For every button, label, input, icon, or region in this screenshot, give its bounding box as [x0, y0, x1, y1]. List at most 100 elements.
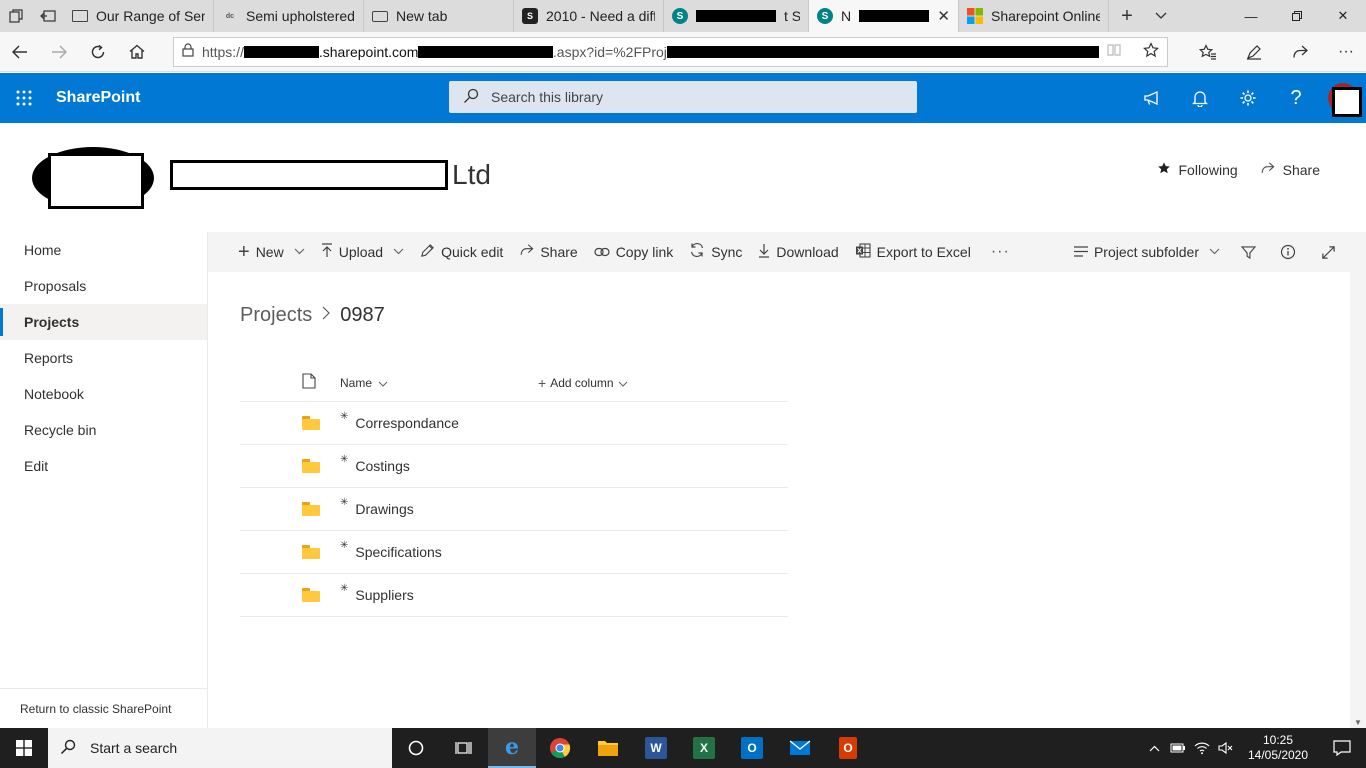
folder-name-link[interactable]: Costings	[355, 458, 409, 474]
volume-muted-icon[interactable]	[1214, 728, 1238, 768]
office-icon[interactable]: O	[824, 728, 872, 768]
tab-actions-icon[interactable]	[0, 0, 32, 32]
forward-arrow-icon[interactable]	[39, 32, 78, 72]
search-library-input[interactable]: Search this library	[449, 81, 917, 113]
list-item[interactable]: ✳ Suppliers	[240, 574, 788, 617]
help-icon[interactable]: ?	[1272, 73, 1320, 123]
site-title[interactable]: Ltd	[452, 159, 491, 191]
name-column-header[interactable]: Name	[340, 376, 538, 390]
scroll-down-arrow-icon[interactable]: ▼	[1350, 716, 1366, 728]
list-item[interactable]: ✳ Specifications	[240, 531, 788, 574]
windows-start-icon[interactable]	[0, 728, 48, 768]
nav-item-reports[interactable]: Reports	[0, 340, 207, 376]
info-icon[interactable]	[1268, 232, 1308, 272]
home-icon[interactable]	[118, 32, 157, 72]
view-switcher-button[interactable]: Project subfolder	[1066, 232, 1228, 272]
following-button[interactable]: Following	[1157, 161, 1238, 178]
browser-tab[interactable]: Sharepoint Online	[959, 0, 1109, 32]
upload-icon	[321, 242, 333, 262]
list-item[interactable]: ✳ Correspondance	[240, 402, 788, 445]
app-launcher-icon[interactable]	[0, 73, 48, 123]
folder-icon	[302, 416, 320, 430]
file-explorer-icon[interactable]	[584, 728, 632, 768]
redacted-text	[243, 45, 319, 58]
site-logo[interactable]	[32, 147, 154, 209]
folder-icon	[302, 502, 320, 516]
pen-icon[interactable]	[1234, 32, 1274, 72]
gear-icon[interactable]	[1224, 73, 1272, 123]
more-options-icon[interactable]: ···	[1326, 32, 1366, 72]
outlook-icon[interactable]: O	[728, 728, 776, 768]
upload-button[interactable]: Upload	[313, 232, 412, 272]
chrome-icon[interactable]	[536, 728, 584, 768]
word-icon[interactable]: W	[632, 728, 680, 768]
refresh-icon[interactable]	[78, 32, 117, 72]
export-to-excel-button[interactable]: Export to Excel	[847, 232, 979, 272]
nav-item-recycle-bin[interactable]: Recycle bin	[0, 412, 207, 448]
task-view-icon[interactable]	[440, 728, 488, 768]
close-tab-icon[interactable]: ✕	[937, 7, 950, 25]
folder-name-link[interactable]: Suppliers	[355, 587, 413, 603]
vertical-scrollbar[interactable]: ▼	[1350, 272, 1366, 728]
list-item[interactable]: ✳ Drawings	[240, 488, 788, 531]
restore-icon[interactable]	[1274, 0, 1320, 32]
share-page-icon[interactable]	[1280, 32, 1320, 72]
bell-icon[interactable]	[1176, 73, 1224, 123]
sharepoint-brand-link[interactable]: SharePoint	[56, 89, 140, 107]
browser-tab[interactable]: S t Serv	[664, 0, 809, 32]
chevron-up-icon[interactable]	[1142, 728, 1166, 768]
folder-name-link[interactable]: Drawings	[355, 501, 413, 517]
excel-icon[interactable]: X	[680, 728, 728, 768]
new-button[interactable]: + New	[230, 232, 313, 272]
tab-title: Semi upholstered c	[246, 8, 355, 24]
close-window-icon[interactable]: ✕	[1320, 0, 1366, 32]
folder-name-link[interactable]: Specifications	[355, 544, 441, 560]
download-button[interactable]: Download	[750, 232, 846, 272]
browser-tab[interactable]: New tab	[364, 0, 514, 32]
nav-item-proposals[interactable]: Proposals	[0, 268, 207, 304]
nav-item-notebook[interactable]: Notebook	[0, 376, 207, 412]
share-site-button[interactable]: Share	[1260, 161, 1320, 178]
more-commands-button[interactable]: ···	[979, 232, 1022, 272]
sync-button[interactable]: Sync	[681, 232, 750, 272]
mail-icon[interactable]	[776, 728, 824, 768]
favorite-star-icon[interactable]	[1142, 42, 1159, 61]
chevron-down-icon	[618, 376, 628, 390]
browser-tab[interactable]: S 2010 - Need a diffe	[514, 0, 664, 32]
following-label: Following	[1178, 161, 1238, 178]
avatar[interactable]	[1328, 83, 1362, 117]
url-field[interactable]: https:// .sharepoint.com .aspx?id=%2FProj	[172, 36, 1168, 67]
nav-item-home[interactable]: Home	[0, 232, 207, 268]
notification-center-icon[interactable]	[1318, 728, 1366, 768]
browser-tab-active[interactable]: S N ✕	[809, 0, 959, 32]
taskbar-search-input[interactable]: Start a search	[48, 728, 392, 768]
filter-icon[interactable]	[1228, 232, 1268, 272]
list-item[interactable]: ✳ Costings	[240, 445, 788, 488]
browser-tab[interactable]: Our Range of Semi	[64, 0, 214, 32]
cortana-icon[interactable]	[392, 728, 440, 768]
add-column-button[interactable]: + Add column	[538, 375, 628, 391]
reading-view-icon[interactable]	[1107, 43, 1121, 60]
file-type-header[interactable]	[240, 373, 340, 392]
copy-link-button[interactable]: Copy link	[586, 232, 682, 272]
share-button[interactable]: Share	[511, 232, 585, 272]
set-tabs-aside-icon[interactable]	[32, 0, 64, 32]
favorites-icon[interactable]	[1188, 32, 1228, 72]
new-tab-icon[interactable]: +	[1109, 0, 1145, 32]
quick-edit-button[interactable]: Quick edit	[412, 232, 511, 272]
browser-tab[interactable]: dc Semi upholstered c	[214, 0, 364, 32]
folder-name-link[interactable]: Correspondance	[355, 415, 459, 431]
nav-item-projects[interactable]: Projects	[0, 304, 207, 340]
minimize-icon[interactable]: —	[1228, 0, 1274, 32]
nav-item-edit[interactable]: Edit	[0, 448, 207, 484]
return-to-classic-link[interactable]: Return to classic SharePoint	[0, 688, 207, 728]
back-arrow-icon[interactable]	[0, 32, 39, 72]
edge-browser-icon[interactable]: e	[488, 728, 536, 768]
tab-preview-chevron-icon[interactable]	[1145, 0, 1177, 32]
megaphone-icon[interactable]	[1128, 73, 1176, 123]
taskbar-clock[interactable]: 10:25 14/05/2020	[1238, 733, 1318, 763]
expand-icon[interactable]	[1308, 232, 1348, 272]
wifi-icon[interactable]	[1190, 728, 1214, 768]
breadcrumb-projects[interactable]: Projects	[240, 304, 312, 327]
battery-icon[interactable]	[1166, 728, 1190, 768]
